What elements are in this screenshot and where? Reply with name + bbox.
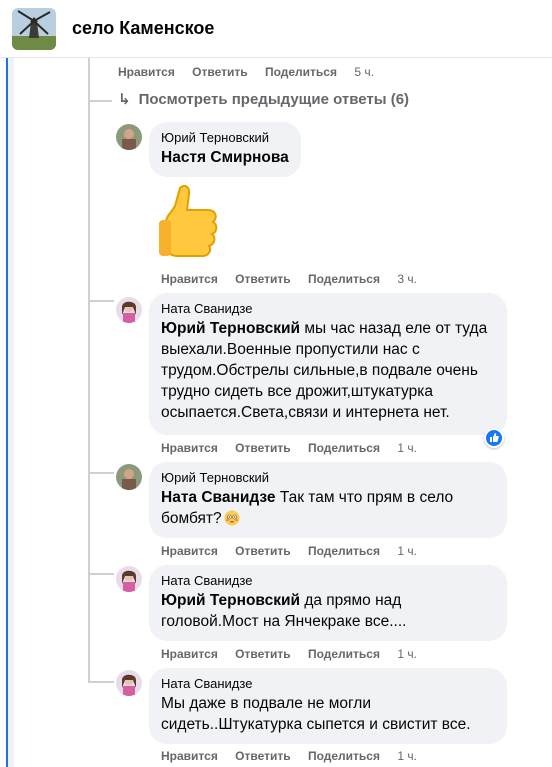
share-button[interactable]: Поделиться xyxy=(308,647,380,661)
comment-actions: Нравится Ответить Поделиться 1 ч. xyxy=(161,441,431,455)
reply-button[interactable]: Ответить xyxy=(235,441,290,455)
comment-time[interactable]: 5 ч. xyxy=(354,65,374,79)
comment-body: Мы даже в подвале не могли сидеть..Штука… xyxy=(161,695,471,733)
flushed-face-emoji xyxy=(224,510,240,532)
comment-bubble: Ната Сванидзе Юрий Терновский да прямо н… xyxy=(149,565,507,641)
comment-author[interactable]: Ната Сванидзе xyxy=(161,676,495,691)
comment-text: Ната Сванидзе Так там что прям в село бо… xyxy=(161,487,495,532)
comment-time[interactable]: 1 ч. xyxy=(397,749,417,763)
reply-button[interactable]: Ответить xyxy=(192,65,247,79)
view-previous-replies-link[interactable]: ↳ Посмотреть предыдущие ответы (6) xyxy=(118,90,409,108)
windmill-icon[interactable] xyxy=(12,8,56,50)
reply-button[interactable]: Ответить xyxy=(235,544,290,558)
comment-actions: Нравится Ответить Поделиться 1 ч. xyxy=(161,749,431,763)
group-title[interactable]: село Каменское xyxy=(72,18,214,39)
comment-actions: Нравится Ответить Поделиться 1 ч. xyxy=(161,647,431,661)
avatar[interactable] xyxy=(116,670,142,696)
comment-bubble: Юрий Терновский Ната Сванидзе Так там чт… xyxy=(149,462,507,538)
like-button[interactable]: Нравится xyxy=(161,272,218,286)
like-button[interactable]: Нравится xyxy=(118,65,175,79)
mention-link[interactable]: Ната Сванидзе xyxy=(161,489,276,506)
avatar[interactable] xyxy=(116,566,142,592)
comment-time[interactable]: 1 ч. xyxy=(397,647,417,661)
group-header: село Каменское xyxy=(0,0,552,58)
mention-link[interactable]: Юрий Терновский xyxy=(161,592,300,609)
share-button[interactable]: Поделиться xyxy=(265,65,337,79)
thread-line xyxy=(88,100,112,102)
like-button[interactable]: Нравится xyxy=(161,647,218,661)
view-previous-label: Посмотреть предыдущие ответы (6) xyxy=(138,91,410,108)
comment-actions: Нравится Ответить Поделиться 1 ч. xyxy=(161,544,431,558)
reply-button[interactable]: Ответить xyxy=(235,272,290,286)
comment-time[interactable]: 3 ч. xyxy=(397,272,417,286)
comment-author[interactable]: Ната Сванидзе xyxy=(161,301,495,316)
thumbs-up-emoji xyxy=(158,182,224,258)
selection-rail xyxy=(6,58,8,767)
reply-arrow-icon: ↳ xyxy=(118,91,131,108)
comment-text: Настя Смирнова xyxy=(161,147,289,168)
comment-actions: Нравится Ответить Поделиться 5 ч. xyxy=(118,65,388,79)
reply-button[interactable]: Ответить xyxy=(235,647,290,661)
like-icon xyxy=(486,430,502,446)
like-button[interactable]: Нравится xyxy=(161,441,218,455)
comment-time[interactable]: 1 ч. xyxy=(397,441,417,455)
share-button[interactable]: Поделиться xyxy=(308,749,380,763)
comment-author[interactable]: Юрий Терновский xyxy=(161,470,495,485)
avatar[interactable] xyxy=(116,297,142,323)
thread-line xyxy=(88,573,114,575)
share-button[interactable]: Поделиться xyxy=(308,441,380,455)
comment-text: Мы даже в подвале не могли сидеть..Штука… xyxy=(161,693,495,735)
comment-text: Юрий Терновский да прямо над головой.Мос… xyxy=(161,590,495,632)
comment-bubble: Ната Сванидзе Мы даже в подвале не могли… xyxy=(149,668,507,744)
avatar[interactable] xyxy=(116,124,142,150)
comment-author[interactable]: Ната Сванидзе xyxy=(161,573,495,588)
like-button[interactable]: Нравится xyxy=(161,544,218,558)
avatar[interactable] xyxy=(116,464,142,490)
mention-link[interactable]: Юрий Терновский xyxy=(161,320,300,337)
share-button[interactable]: Поделиться xyxy=(308,272,380,286)
thread-line xyxy=(88,58,90,683)
reply-button[interactable]: Ответить xyxy=(235,749,290,763)
thread-line xyxy=(88,681,114,683)
comment-bubble: Юрий Терновский Настя Смирнова xyxy=(149,122,301,177)
comment-actions: Нравится Ответить Поделиться 3 ч. xyxy=(161,272,431,286)
like-reaction-icon[interactable] xyxy=(484,428,504,448)
thread-line xyxy=(88,300,114,302)
comment-time[interactable]: 1 ч. xyxy=(397,544,417,558)
comment-bubble: Ната Сванидзе Юрий Терновский мы час наз… xyxy=(149,293,507,435)
comment-author[interactable]: Юрий Терновский xyxy=(161,130,289,145)
mention-link[interactable]: Настя Смирнова xyxy=(161,149,289,166)
like-button[interactable]: Нравится xyxy=(161,749,218,763)
thread-line xyxy=(88,472,114,474)
left-gutter xyxy=(8,58,14,767)
comment-text: Юрий Терновский мы час назад еле от туда… xyxy=(161,318,495,423)
share-button[interactable]: Поделиться xyxy=(308,544,380,558)
